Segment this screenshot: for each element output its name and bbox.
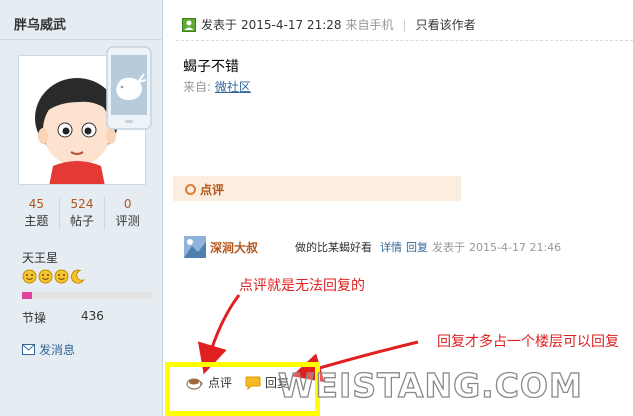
comment-username[interactable]: 深涧大叔 — [210, 239, 258, 256]
send-message-label: 发消息 — [39, 343, 76, 357]
post-body: 蝎子不错 — [183, 59, 239, 75]
rank-progress-bar — [22, 292, 152, 299]
post-time: 2015-4-17 21:28 — [241, 17, 342, 32]
avatar[interactable] — [184, 236, 206, 258]
jiecao-label: 节操 — [22, 311, 47, 325]
stat-reviews[interactable]: 0 评测 — [104, 196, 150, 230]
comment-row: 深涧大叔 做的比某蝎好看 详情 回复 发表于 2015-4-17 21:46 — [184, 236, 561, 258]
comment-time: 2015-4-17 21:46 — [469, 240, 562, 254]
comment-detail-link[interactable]: 详情 — [380, 239, 402, 255]
stat-label: 帖子 — [70, 214, 95, 228]
user-sidebar: 胖乌威武 45 主题 524 帖子 0 评测 天王星 节操 436 发消息 — [0, 0, 163, 416]
stat-posts[interactable]: 524 帖子 — [58, 196, 105, 230]
post-header: 发表于 2015-4-17 21:28 来自手机 | 只看该作者 — [182, 16, 476, 33]
arrow-to-comment — [197, 294, 241, 375]
stat-value: 45 — [28, 197, 44, 211]
only-author-link[interactable]: 只看该作者 — [416, 16, 476, 33]
smile-icon — [38, 269, 53, 284]
post-source: 来自: 微社区 — [183, 78, 251, 95]
stat-topics[interactable]: 45 主题 — [14, 196, 59, 230]
annotation-left: 点评就是无法回复的 — [239, 278, 365, 294]
comment-reply-link[interactable]: 回复 — [406, 239, 428, 255]
divider — [0, 39, 163, 40]
mobile-phone-icon — [106, 46, 152, 130]
posted-label: 发表于 — [201, 18, 238, 32]
ring-icon — [185, 184, 196, 195]
smile-icon — [22, 269, 37, 284]
jiecao-value: 436 — [81, 309, 104, 323]
comment-posted-label: 发表于 — [432, 241, 466, 254]
smile-icon — [54, 269, 69, 284]
rank-icons — [22, 269, 85, 284]
comment-section-header: 点评 — [173, 176, 461, 201]
stat-label: 主题 — [24, 214, 49, 228]
comment-section-title: 点评 — [200, 183, 225, 197]
source-prefix: 来自: — [183, 80, 212, 94]
separator: | — [402, 17, 407, 32]
send-message-link[interactable]: 发消息 — [22, 341, 75, 358]
source-link[interactable]: 微社区 — [215, 80, 251, 94]
post-from: 来自手机 — [345, 18, 394, 32]
stat-value: 524 — [70, 197, 94, 211]
coffee-cup-icon — [186, 378, 203, 390]
stat-value: 0 — [123, 197, 132, 211]
moon-icon — [70, 269, 85, 284]
comment-button[interactable]: 点评 — [186, 374, 232, 391]
online-user-icon — [182, 17, 196, 32]
username[interactable]: 胖乌威武 — [14, 14, 66, 33]
rank-progress-fill — [22, 292, 33, 299]
watermark: WEISTANG.COM — [277, 365, 583, 405]
envelope-icon — [22, 344, 35, 355]
user-stats: 45 主题 524 帖子 0 评测 — [14, 196, 150, 230]
comment-text: 做的比某蝎好看 — [295, 241, 373, 254]
rank-title[interactable]: 天王星 — [22, 249, 58, 266]
speech-bubble-icon — [245, 376, 261, 390]
comment-button-label: 点评 — [208, 376, 233, 390]
annotation-right: 回复才多占一个楼层可以回复 — [437, 334, 619, 350]
divider — [176, 40, 633, 41]
stat-label: 评测 — [115, 214, 140, 228]
